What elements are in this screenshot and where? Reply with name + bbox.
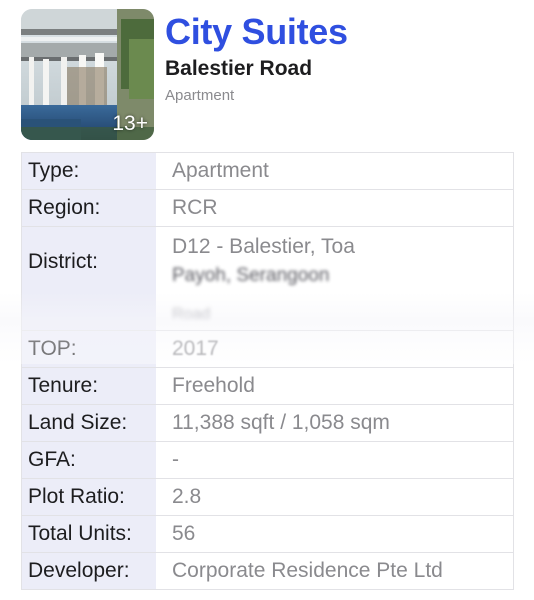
property-details-table: Type: Apartment Region: RCR District: D1…	[21, 152, 514, 590]
detail-value: Corporate Residence Pte Ltd	[172, 559, 443, 582]
detail-row-gfa: GFA: -	[22, 441, 513, 478]
detail-row-district: District: D12 - Balestier, Toa Payoh, Se…	[22, 226, 513, 330]
detail-row-type: Type: Apartment	[22, 152, 513, 189]
detail-row-developer: Developer: Corporate Residence Pte Ltd	[22, 552, 513, 589]
property-header: 13+ City Suites Balestier Road Apartment	[0, 0, 534, 150]
district-line-2: Payoh, Serangoon	[172, 265, 330, 286]
detail-label: District:	[22, 227, 156, 330]
detail-row-land-size: Land Size: 11,388 sqft / 1,058 sqm	[22, 404, 513, 441]
detail-row-region: Region: RCR	[22, 189, 513, 226]
detail-value: 2.8	[172, 485, 202, 508]
detail-label: Region:	[22, 190, 156, 226]
detail-row-plot-ratio: Plot Ratio: 2.8	[22, 478, 513, 515]
table-bottom-divider	[22, 589, 513, 590]
detail-label: TOP:	[22, 331, 156, 367]
property-photo[interactable]: 13+	[21, 9, 154, 140]
district-line-1: D12 - Balestier, Toa	[172, 235, 355, 258]
property-type: Apartment	[165, 87, 235, 104]
detail-value: -	[172, 448, 179, 471]
detail-label: GFA:	[22, 442, 156, 478]
photo-count-badge: 13+	[112, 112, 148, 135]
detail-value: Apartment	[172, 159, 269, 182]
detail-row-top: TOP: 2017	[22, 330, 513, 367]
detail-value: 56	[172, 522, 196, 545]
detail-label: Type:	[22, 153, 156, 189]
detail-value-district: D12 - Balestier, Toa Payoh, Serangoon Ro…	[156, 227, 513, 330]
detail-value: Freehold	[172, 374, 255, 397]
detail-value: 11,388 sqft / 1,058 sqm	[172, 411, 390, 434]
detail-label: Total Units:	[22, 516, 156, 552]
detail-label: Plot Ratio:	[22, 479, 156, 515]
detail-value: RCR	[172, 196, 218, 219]
detail-row-total-units: Total Units: 56	[22, 515, 513, 552]
detail-label: Developer:	[22, 553, 156, 589]
property-street: Balestier Road	[165, 57, 313, 80]
detail-label: Land Size:	[22, 405, 156, 441]
property-title: City Suites	[165, 11, 348, 52]
district-line-3: Road	[172, 306, 211, 323]
detail-label: Tenure:	[22, 368, 156, 404]
detail-row-tenure: Tenure: Freehold	[22, 367, 513, 404]
detail-value: 2017	[172, 337, 219, 360]
